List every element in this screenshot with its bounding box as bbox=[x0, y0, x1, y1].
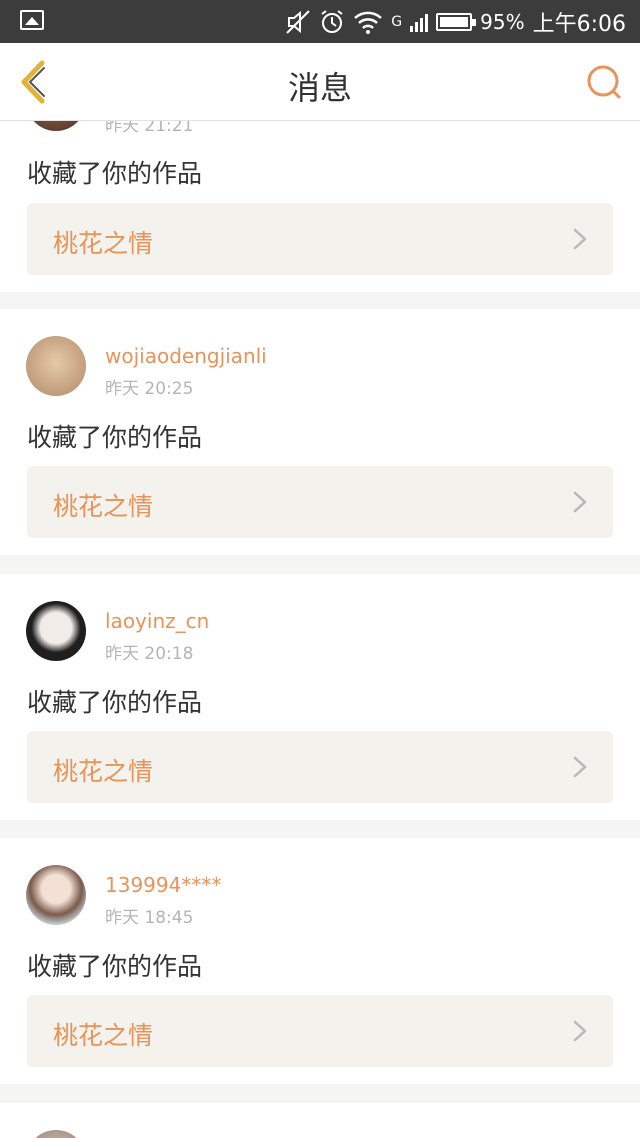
message-username[interactable]: wojiaodengjianli bbox=[105, 344, 267, 368]
avatar[interactable] bbox=[26, 601, 86, 661]
message-list[interactable]: 昨天 21:21 收藏了你的作品 桃花之情 wojiaodengjianli 昨… bbox=[0, 121, 640, 1138]
message-card bbox=[0, 1103, 640, 1138]
chevron-right-icon bbox=[573, 491, 587, 513]
battery-percent: 95% bbox=[480, 10, 525, 34]
work-link[interactable]: 桃花之情 bbox=[27, 731, 613, 803]
work-title: 桃花之情 bbox=[53, 757, 154, 786]
avatar[interactable] bbox=[26, 121, 86, 131]
message-time: 昨天 20:18 bbox=[105, 644, 194, 664]
chevron-right-icon bbox=[573, 756, 587, 778]
clock: 上午6:06 bbox=[532, 12, 626, 37]
mute-icon bbox=[286, 10, 310, 34]
page-title: 消息 bbox=[287, 69, 352, 107]
alarm-icon bbox=[321, 10, 343, 33]
search-button[interactable] bbox=[584, 63, 624, 103]
chevron-right-icon bbox=[573, 1020, 587, 1042]
avatar[interactable] bbox=[26, 1130, 86, 1138]
work-link[interactable]: 桃花之情 bbox=[27, 995, 613, 1067]
message-time: 昨天 21:21 bbox=[105, 121, 194, 136]
signal-icon bbox=[410, 12, 429, 32]
search-icon bbox=[587, 65, 621, 99]
message-time: 昨天 18:45 bbox=[105, 908, 194, 928]
chevron-right-icon bbox=[573, 228, 587, 250]
work-title: 桃花之情 bbox=[53, 492, 154, 521]
header: 消息 bbox=[0, 43, 640, 121]
message-action: 收藏了你的作品 bbox=[27, 423, 203, 452]
wifi-icon bbox=[354, 11, 383, 34]
message-action: 收藏了你的作品 bbox=[27, 952, 203, 981]
work-link[interactable]: 桃花之情 bbox=[27, 203, 613, 275]
message-time: 昨天 20:25 bbox=[105, 379, 194, 399]
message-action: 收藏了你的作品 bbox=[27, 159, 203, 188]
message-card: laoyinz_cn 昨天 20:18 收藏了你的作品 桃花之情 bbox=[0, 574, 640, 820]
message-card: wojiaodengjianli 昨天 20:25 收藏了你的作品 桃花之情 bbox=[0, 309, 640, 555]
work-link[interactable]: 桃花之情 bbox=[27, 466, 613, 538]
message-action: 收藏了你的作品 bbox=[27, 688, 203, 717]
status-icons: G 95% 上午6:06 bbox=[285, 6, 626, 38]
battery-icon bbox=[436, 13, 477, 31]
message-username[interactable]: 139994**** bbox=[105, 873, 221, 897]
avatar[interactable] bbox=[26, 865, 86, 925]
message-username[interactable]: laoyinz_cn bbox=[105, 609, 209, 633]
work-title: 桃花之情 bbox=[53, 229, 154, 258]
work-title: 桃花之情 bbox=[53, 1021, 154, 1050]
avatar[interactable] bbox=[26, 336, 86, 396]
message-card: 139994**** 昨天 18:45 收藏了你的作品 桃花之情 bbox=[0, 838, 640, 1084]
image-notification-icon bbox=[20, 10, 44, 30]
network-type: G bbox=[391, 14, 403, 30]
status-bar: G 95% 上午6:06 bbox=[0, 0, 640, 43]
message-card: 昨天 21:21 收藏了你的作品 桃花之情 bbox=[0, 121, 640, 292]
